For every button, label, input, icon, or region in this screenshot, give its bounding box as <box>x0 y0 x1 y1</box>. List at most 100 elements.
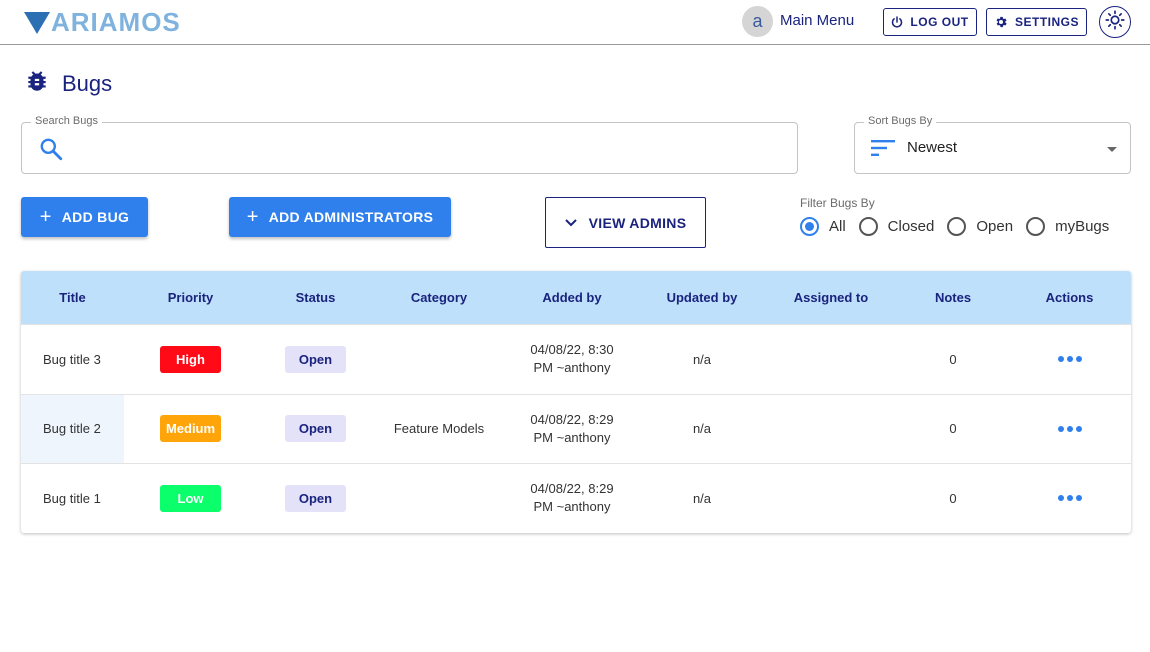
added-date: 04/08/22, 8:30 <box>530 342 614 358</box>
logo-text: ARIAMOS <box>51 6 181 37</box>
radio-unchecked-icon[interactable] <box>858 217 878 236</box>
gear-icon <box>994 15 1008 29</box>
radio-checked-icon[interactable] <box>800 217 819 236</box>
bug-title: Bug title 1 <box>43 490 101 506</box>
added-by-cell: 04/08/22, 8:29 PM ~anthony <box>504 395 640 464</box>
logo-v-mark <box>24 12 50 34</box>
app-header: ARIAMOS a Main Menu LOG OUT SETTINGS <box>0 0 1150 45</box>
priority-badge: High <box>160 345 221 373</box>
filter-all-radio[interactable]: All <box>800 217 846 236</box>
column-header-title[interactable]: Title <box>21 290 124 305</box>
notes-cell: 0 <box>949 421 957 437</box>
plus-icon: + <box>246 206 259 228</box>
added-by-cell: 04/08/22, 8:29 PM ~anthony <box>504 464 640 533</box>
assigned-to-cell <box>764 395 898 464</box>
added-user: PM ~anthony <box>533 360 611 376</box>
notes-cell: 0 <box>949 490 957 506</box>
table-row[interactable]: Bug title 2 Medium Open Feature Models 0… <box>21 393 1131 464</box>
view-admins-button[interactable]: VIEW ADMINS <box>545 197 706 248</box>
sort-value: Newest <box>907 139 958 156</box>
radio-unchecked-icon[interactable] <box>1026 217 1046 236</box>
assigned-to-cell <box>764 325 898 394</box>
power-icon <box>891 16 903 28</box>
category-cell <box>374 464 504 533</box>
sort-select[interactable]: Sort Bugs By Newest <box>854 115 1131 174</box>
filter-mybugs-label: myBugs <box>1055 218 1110 235</box>
status-badge: Open <box>285 415 346 443</box>
added-user: PM ~anthony <box>533 429 611 445</box>
filter-closed-radio[interactable]: Closed <box>858 217 935 236</box>
add-bug-button[interactable]: + ADD BUG <box>21 197 148 237</box>
main-menu-link[interactable]: Main Menu <box>780 12 854 29</box>
filter-open-radio[interactable]: Open <box>947 217 1013 236</box>
variamos-logo[interactable]: ARIAMOS <box>24 6 181 38</box>
plus-icon: + <box>39 206 52 228</box>
column-header-updated-by[interactable]: Updated by <box>640 290 764 305</box>
status-cell: Open <box>257 464 374 533</box>
theme-toggle-button[interactable] <box>1099 6 1131 38</box>
added-by-cell: 04/08/22, 8:30 PM ~anthony <box>504 325 640 394</box>
priority-cell: Medium <box>124 395 257 464</box>
chevron-down-icon <box>564 218 577 227</box>
priority-cell: High <box>124 325 257 394</box>
more-horiz-icon[interactable] <box>1056 356 1083 363</box>
added-date: 04/08/22, 8:29 <box>530 411 614 427</box>
assigned-to-cell <box>764 464 898 533</box>
updated-by-cell: n/a <box>692 490 712 506</box>
add-administrators-label: ADD ADMINISTRATORS <box>268 209 434 225</box>
sun-icon <box>1105 9 1125 35</box>
add-administrators-button[interactable]: + ADD ADMINISTRATORS <box>229 197 451 237</box>
actions-cell <box>1008 395 1131 464</box>
filter-radio-group: All Closed Open myBugs <box>800 217 1122 236</box>
status-cell: Open <box>257 395 374 464</box>
table-header: Title Priority Status Category Added by … <box>21 271 1131 324</box>
updated-by-cell: n/a <box>692 421 712 437</box>
view-admins-label: VIEW ADMINS <box>588 214 687 231</box>
priority-badge: Low <box>160 484 221 512</box>
table-row[interactable]: Bug title 3 High Open 04/08/22, 8:30 PM ~… <box>21 324 1131 394</box>
search-label: Search Bugs <box>31 115 102 127</box>
status-badge: Open <box>285 484 346 512</box>
column-header-notes[interactable]: Notes <box>898 290 1008 305</box>
category-cell <box>374 325 504 394</box>
bug-icon <box>24 68 50 99</box>
column-header-added-by[interactable]: Added by <box>504 290 640 305</box>
column-header-assigned-to[interactable]: Assigned to <box>764 290 898 305</box>
actions-cell <box>1008 325 1131 394</box>
bug-title: Bug title 3 <box>43 351 101 367</box>
more-horiz-icon[interactable] <box>1056 425 1083 432</box>
add-bug-label: ADD BUG <box>61 209 130 225</box>
column-header-category[interactable]: Category <box>374 290 504 305</box>
search-icon <box>38 136 64 167</box>
search-input[interactable]: Search Bugs <box>21 115 798 174</box>
filter-label: Filter Bugs By <box>800 196 875 210</box>
added-date: 04/08/22, 8:29 <box>530 481 614 497</box>
page-title-area: Bugs <box>24 68 112 99</box>
page-title: Bugs <box>62 70 113 96</box>
actions-cell <box>1008 464 1131 533</box>
filter-closed-label: Closed <box>887 218 935 235</box>
radio-unchecked-icon[interactable] <box>947 217 967 236</box>
logout-button[interactable]: LOG OUT <box>883 8 977 36</box>
logout-label: LOG OUT <box>910 15 969 29</box>
chevron-down-icon <box>1107 147 1117 152</box>
filter-all-label: All <box>829 218 846 235</box>
user-avatar[interactable]: a <box>742 6 773 37</box>
status-cell: Open <box>257 325 374 394</box>
priority-badge: Medium <box>160 415 221 443</box>
notes-cell: 0 <box>949 351 957 367</box>
updated-by-cell: n/a <box>692 351 712 367</box>
settings-button[interactable]: SETTINGS <box>986 8 1087 36</box>
column-header-status[interactable]: Status <box>257 290 374 305</box>
column-header-actions: Actions <box>1045 290 1094 305</box>
bugs-table: Title Priority Status Category Added by … <box>21 271 1131 533</box>
added-user: PM ~anthony <box>533 499 611 515</box>
bug-title: Bug title 2 <box>21 394 124 463</box>
sort-icon <box>871 140 895 161</box>
column-header-priority[interactable]: Priority <box>124 290 257 305</box>
filter-mybugs-radio[interactable]: myBugs <box>1026 217 1109 236</box>
more-horiz-icon[interactable] <box>1056 495 1083 502</box>
table-row[interactable]: Bug title 1 Low Open 04/08/22, 8:29 PM ~a… <box>21 463 1131 533</box>
status-badge: Open <box>285 345 346 373</box>
priority-cell: Low <box>124 464 257 533</box>
